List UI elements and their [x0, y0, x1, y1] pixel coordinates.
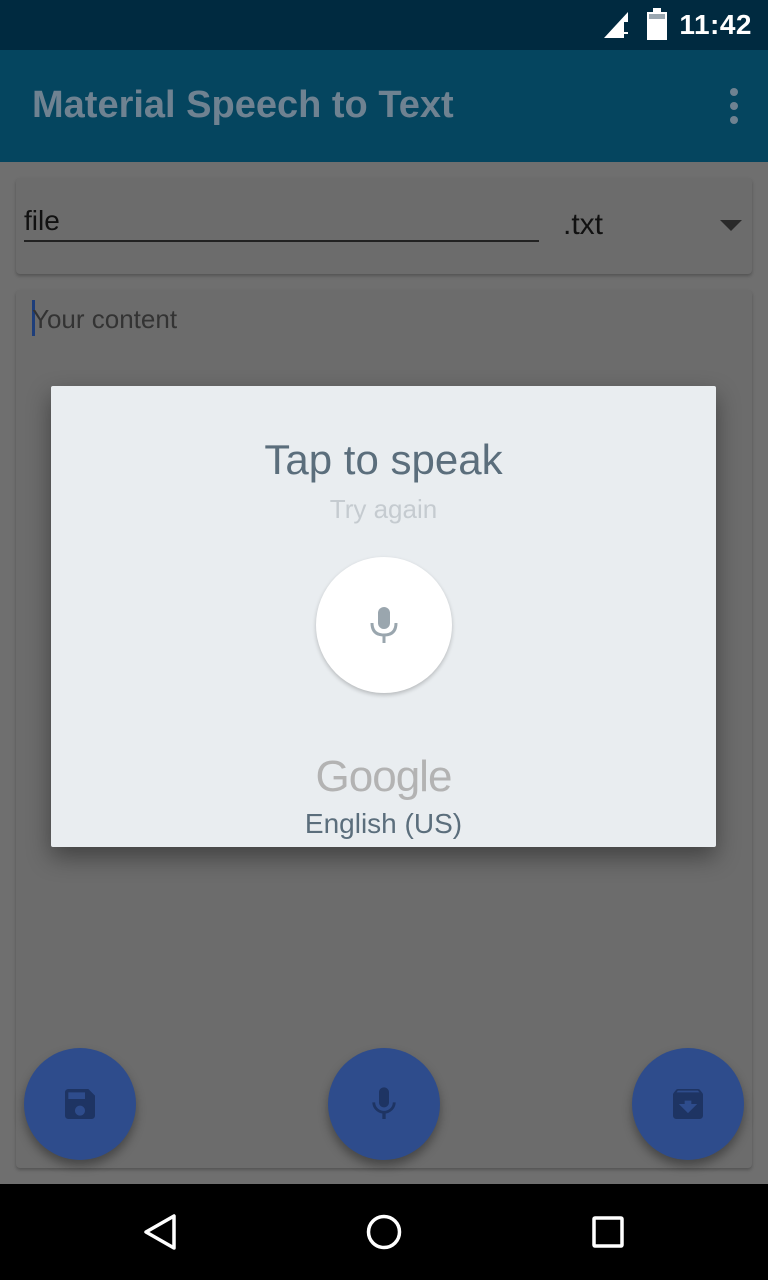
filename-card: .txt [16, 178, 752, 274]
navigation-bar [0, 1184, 768, 1280]
status-bar: 11:42 [0, 0, 768, 50]
app-bar: Material Speech to Text [0, 50, 768, 162]
app-title: Material Speech to Text [32, 84, 454, 126]
battery-icon [647, 8, 667, 40]
dialog-title: Tap to speak [264, 436, 503, 483]
home-icon[interactable] [364, 1212, 404, 1252]
save-icon [65, 1089, 95, 1119]
mic-icon [372, 1087, 396, 1119]
status-time: 11:42 [679, 9, 752, 40]
download-button[interactable] [632, 1048, 744, 1160]
signal-icon [604, 12, 628, 38]
mic-button[interactable] [328, 1048, 440, 1160]
mic-icon [370, 607, 398, 643]
save-button[interactable] [24, 1048, 136, 1160]
dropdown-arrow-icon[interactable] [720, 220, 742, 231]
more-vert-icon[interactable] [728, 86, 740, 126]
google-logo: Google [315, 752, 453, 801]
back-icon[interactable] [140, 1212, 180, 1252]
dialog-subtitle: Try again [329, 494, 438, 524]
recents-icon[interactable] [588, 1212, 628, 1252]
content-input[interactable]: Your content [32, 304, 177, 335]
speak-button[interactable] [316, 557, 452, 693]
language-selector[interactable]: English (US) [51, 808, 716, 840]
download-icon [673, 1089, 703, 1119]
filename-input[interactable] [24, 202, 539, 242]
extension-select[interactable]: .txt [563, 208, 603, 242]
speech-dialog: Tap to speak Try again Google English (U… [51, 386, 716, 847]
